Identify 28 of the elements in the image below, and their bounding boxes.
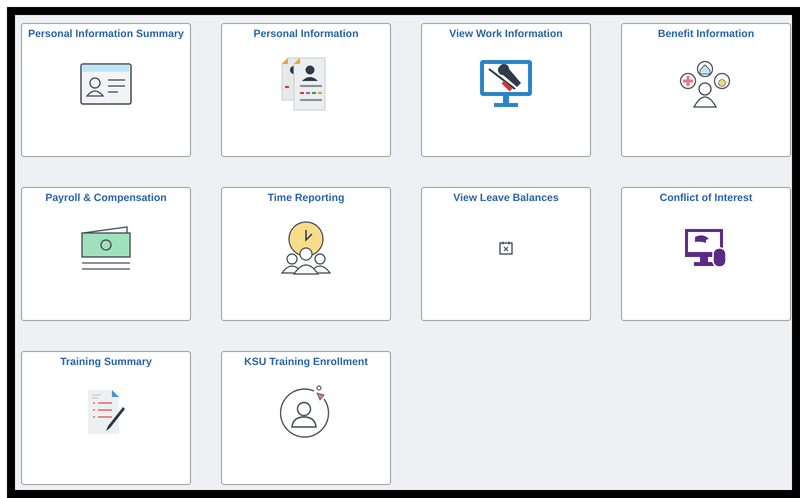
- tile-title: KSU Training Enrollment: [244, 356, 368, 368]
- computer-icon: [685, 229, 727, 267]
- tile[interactable]: Benefit Information: [621, 23, 791, 157]
- tile-title: Conflict of Interest: [660, 192, 752, 204]
- monitor-icon: [479, 59, 533, 109]
- tile[interactable]: View Work Information: [421, 23, 591, 157]
- tile[interactable]: Payroll & Compensation: [21, 187, 191, 321]
- tile-title: View Work Information: [449, 28, 563, 40]
- tile-title: Personal Information Summary: [28, 28, 184, 40]
- tile-title: Benefit Information: [658, 28, 754, 40]
- clock-people-icon: [279, 221, 333, 275]
- tile[interactable]: Conflict of Interest: [621, 187, 791, 321]
- tile-title: Personal Information: [253, 28, 358, 40]
- person-cycle-icon: [280, 385, 332, 439]
- calendar-icon: [499, 241, 513, 255]
- id-card-icon: [80, 63, 132, 105]
- checklist-icon: [87, 389, 125, 435]
- tile[interactable]: Personal Information Summary: [21, 23, 191, 157]
- tile[interactable]: Training Summary: [21, 351, 191, 485]
- tile[interactable]: Time Reporting: [221, 187, 391, 321]
- tile-title: Payroll & Compensation: [45, 192, 167, 204]
- tile-title: View Leave Balances: [453, 192, 559, 204]
- tile-title: Training Summary: [60, 356, 152, 368]
- tile-title: Time Reporting: [268, 192, 344, 204]
- money-icon: [81, 224, 131, 272]
- tile[interactable]: Personal Information: [221, 23, 391, 157]
- tile[interactable]: KSU Training Enrollment: [221, 351, 391, 485]
- tile[interactable]: View Leave Balances: [421, 187, 591, 321]
